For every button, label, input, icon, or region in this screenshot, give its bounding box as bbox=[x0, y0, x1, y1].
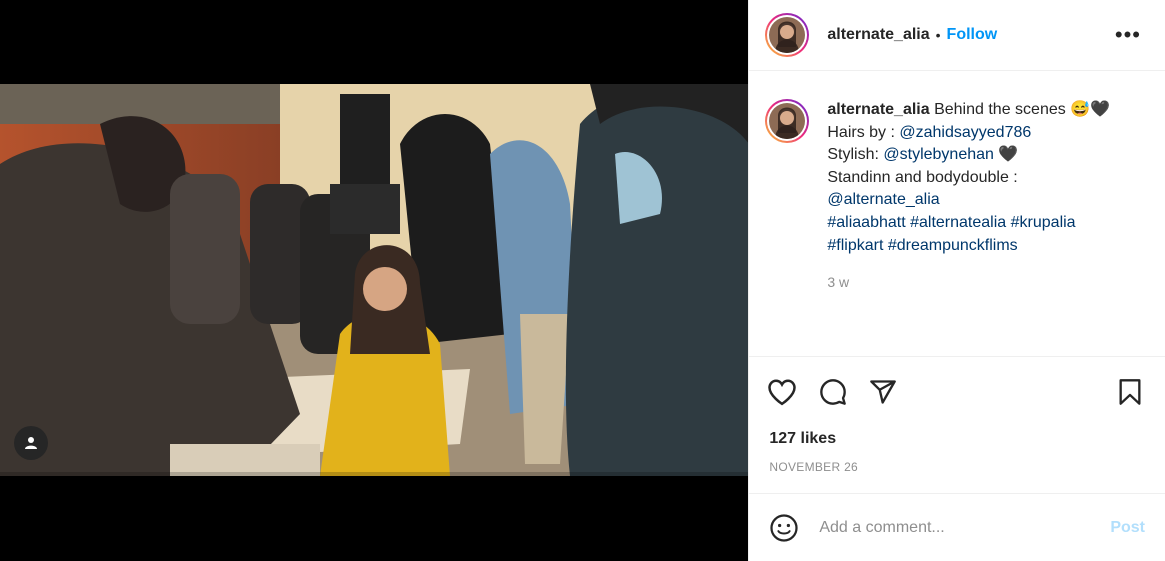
hashtag-link[interactable]: #flipkart bbox=[827, 237, 883, 254]
caption-text: alternate_alia Behind the scenes 😅🖤 Hair… bbox=[827, 99, 1110, 356]
caption-intro: Behind the scenes bbox=[929, 101, 1071, 118]
caption-author-avatar[interactable] bbox=[765, 99, 810, 143]
hashtag-row: #flipkart #dreampunckflims bbox=[827, 235, 1110, 258]
emoji-button[interactable] bbox=[769, 513, 799, 543]
caption-emoji: 😅🖤 bbox=[1070, 101, 1111, 118]
avatar-image bbox=[769, 103, 806, 139]
more-options-icon[interactable]: ••• bbox=[1115, 24, 1149, 46]
like-button[interactable] bbox=[767, 378, 797, 406]
hair-credit-label: Hairs by : bbox=[827, 123, 900, 141]
post-side-panel: alternate_alia • Follow ••• alternate_al… bbox=[748, 0, 1165, 561]
author-username[interactable]: alternate_alia bbox=[827, 26, 929, 44]
post-header: alternate_alia • Follow ••• bbox=[749, 0, 1165, 71]
post-photo[interactable] bbox=[0, 84, 749, 476]
caption-line-2: Hairs by : @zahidsayyed786 bbox=[827, 122, 1110, 145]
caption-line-4: Standinn and bodydouble : bbox=[827, 168, 1018, 186]
action-bar bbox=[749, 357, 1165, 411]
hashtag-link[interactable]: #krupalia bbox=[1011, 214, 1076, 231]
tag-user-button[interactable] bbox=[14, 426, 48, 460]
comment-form: Post bbox=[749, 493, 1165, 561]
paper-plane-icon bbox=[870, 380, 897, 404]
separator-dot: • bbox=[935, 27, 941, 43]
bookmark-icon bbox=[1119, 379, 1141, 405]
author-avatar[interactable] bbox=[765, 13, 810, 57]
save-button[interactable] bbox=[1117, 378, 1143, 406]
heart-icon bbox=[768, 379, 797, 406]
caption-section: alternate_alia Behind the scenes 😅🖤 Hair… bbox=[749, 71, 1165, 357]
mention-link[interactable]: @alternate_alia bbox=[827, 191, 939, 208]
caption-username[interactable]: alternate_alia bbox=[827, 101, 929, 118]
likes-count[interactable]: 127 likes bbox=[749, 411, 1165, 448]
caption-line-3: Stylish: @stylebynehan 🖤 bbox=[827, 144, 1110, 167]
comment-input[interactable] bbox=[817, 517, 1111, 538]
hashtag-row: #aliaabhatt #alternatealia #krupalia bbox=[827, 212, 1110, 235]
hashtag-link[interactable]: #alternatealia bbox=[910, 214, 1006, 231]
post-date[interactable]: NOVEMBER 26 bbox=[749, 448, 1165, 474]
mention-link[interactable]: @stylebynehan bbox=[883, 146, 994, 163]
stylist-credit-label: Stylish: bbox=[827, 146, 884, 164]
hashtag-link[interactable]: #dreampunckflims bbox=[888, 237, 1018, 254]
user-icon bbox=[25, 437, 37, 449]
post-comment-button[interactable]: Post bbox=[1110, 519, 1145, 537]
relative-time[interactable]: 3 w bbox=[827, 271, 1110, 294]
post-media[interactable] bbox=[0, 0, 749, 561]
smiley-icon bbox=[770, 513, 798, 542]
mention-link[interactable]: @zahidsayyed786 bbox=[899, 124, 1031, 141]
comment-icon bbox=[820, 379, 847, 405]
share-button[interactable] bbox=[869, 378, 897, 406]
follow-button[interactable]: Follow bbox=[947, 26, 998, 44]
behind-the-scenes-photo bbox=[0, 84, 749, 476]
comment-button[interactable] bbox=[819, 378, 847, 406]
hashtag-link[interactable]: #aliaabhatt bbox=[827, 214, 905, 231]
avatar-image bbox=[769, 17, 806, 53]
caption-emoji: 🖤 bbox=[993, 146, 1019, 164]
caption-line-1: alternate_alia Behind the scenes 😅🖤 bbox=[827, 99, 1110, 122]
caption-line-5: @alternate_alia bbox=[827, 189, 1110, 212]
